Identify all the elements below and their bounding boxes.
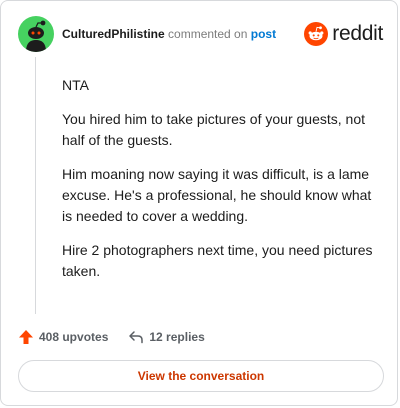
comment-actions: 408 upvotes 12 replies [18, 327, 205, 347]
action-text: commented on [168, 27, 248, 41]
comment-card: CulturedPhilistine commented on post red… [0, 0, 398, 406]
brand-wordmark: reddit [332, 22, 383, 45]
comment-paragraph: Hire 2 photographers next time, you need… [62, 242, 373, 279]
comment-paragraph: You hired him to take pictures of your g… [62, 111, 365, 148]
user-avatar-icon[interactable] [18, 16, 54, 52]
reddit-brand[interactable]: reddit [304, 22, 383, 46]
byline: CulturedPhilistine commented on post [62, 27, 276, 41]
upvote-button[interactable]: 408 upvotes [18, 329, 108, 345]
username-link[interactable]: CulturedPhilistine [62, 27, 165, 41]
upvote-count: 408 upvotes [39, 330, 109, 344]
post-link[interactable]: post [251, 27, 276, 41]
view-conversation-button[interactable]: View the conversation [18, 360, 384, 392]
reddit-logo-icon [304, 22, 329, 46]
reply-count: 12 replies [149, 330, 205, 344]
comment-paragraph: Him moaning now saying it was difficult,… [62, 166, 372, 224]
comment-paragraph: NTA [62, 77, 89, 93]
replies-button[interactable]: 12 replies [128, 329, 205, 345]
reply-arrow-icon [129, 331, 144, 344]
thread-line [35, 57, 36, 314]
comment-body: NTA You hired him to take pictures of yo… [62, 75, 382, 295]
comment-header: CulturedPhilistine commented on post red… [18, 16, 383, 52]
upvote-arrow-icon [19, 330, 33, 344]
